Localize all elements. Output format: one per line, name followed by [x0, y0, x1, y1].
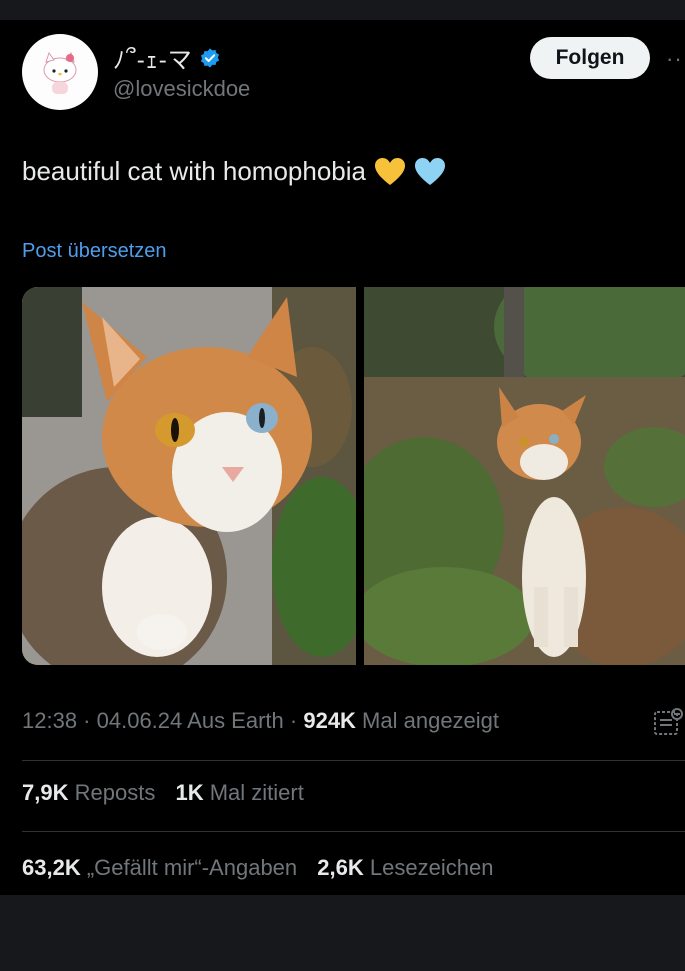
divider — [22, 831, 685, 832]
quotes-label[interactable]: Mal zitiert — [210, 780, 304, 805]
author-name-row[interactable]: ﾉ՞-ｪ-マ — [113, 40, 221, 75]
tweet-date[interactable]: 04.06.24 — [97, 708, 183, 733]
tweet-meta: 12:38 · 04.06.24 Aus Earth · 924K Mal an… — [22, 708, 499, 734]
likes-count[interactable]: 63,2K — [22, 855, 81, 880]
cat-closeup-photo — [22, 287, 356, 665]
tweet-text: beautiful cat with homophobia — [22, 156, 367, 186]
hello-kitty-avatar-icon — [43, 51, 77, 94]
analytics-icon[interactable] — [652, 706, 684, 738]
reposts-count[interactable]: 7,9K — [22, 780, 68, 805]
follow-button[interactable]: Folgen — [530, 37, 650, 79]
avatar[interactable] — [22, 34, 98, 110]
reposts-label[interactable]: Reposts — [75, 780, 156, 805]
bookmarks-count[interactable]: 2,6K — [317, 855, 363, 880]
tweet-time[interactable]: 12:38 — [22, 708, 77, 733]
bookmarks-label[interactable]: Lesezeichen — [370, 855, 494, 880]
author-display-name[interactable]: ﾉ՞-ｪ-マ — [113, 40, 193, 75]
quotes-count[interactable]: 1K — [175, 780, 203, 805]
views-count: 924K — [303, 708, 356, 733]
tweet-location: Aus Earth — [182, 708, 284, 733]
author-handle[interactable]: @lovesickdoe — [113, 76, 250, 102]
likes-label[interactable]: „Gefällt mir“-Angaben — [87, 855, 297, 880]
cat-garden-photo — [364, 287, 685, 665]
views-label: Mal angezeigt — [355, 708, 500, 733]
media-photo-1[interactable] — [22, 287, 356, 665]
more-options-icon[interactable]: ·· — [666, 46, 683, 72]
like-stats: 63,2K „Gefällt mir“-Angaben 2,6K Lesezei… — [22, 855, 493, 881]
yellow-heart-icon — [375, 157, 406, 185]
verified-badge-icon — [200, 47, 219, 68]
meta-separator: · — [77, 708, 97, 733]
divider — [22, 760, 685, 761]
repost-stats: 7,9K Reposts 1K Mal zitiert — [22, 780, 304, 806]
meta-separator: · — [283, 708, 304, 733]
blue-heart-icon — [415, 157, 446, 185]
media-photo-2[interactable] — [364, 287, 685, 665]
status-strip — [0, 0, 685, 20]
bottom-strip — [0, 895, 685, 971]
tweet-text-row: beautiful cat with homophobia — [22, 156, 446, 187]
translate-post-link[interactable]: Post übersetzen — [22, 240, 167, 263]
tweet-card: ﾉ՞-ｪ-マ @lovesickdoe Folgen ·· beautiful … — [0, 20, 685, 895]
